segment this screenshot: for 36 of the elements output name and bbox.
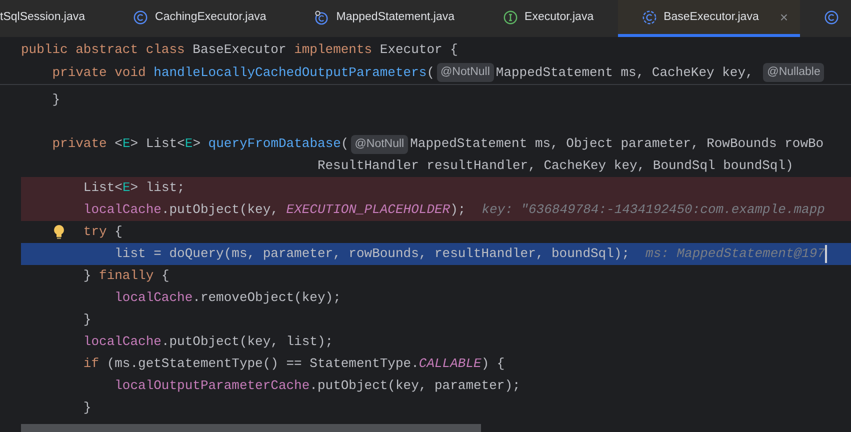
code-text: } finally { <box>83 267 170 285</box>
annotation-hint: @NotNull <box>350 134 408 154</box>
code-text: ResultHandler resultHandler, CacheKey key, BoundSql boundSql) <box>317 157 794 175</box>
code-text: localCache.putObject(key, list); <box>83 333 334 351</box>
annotation-hint: @Nullable <box>763 63 824 82</box>
lightbulb-icon[interactable] <box>52 224 66 240</box>
code-text: MappedStatement ms, Object parameter, RowBounds rowBo <box>410 135 824 153</box>
editor-tab[interactable]: CachingExecutor.java <box>109 0 290 37</box>
abstract-class-icon <box>642 10 657 24</box>
code-text: public abstract class BaseExecutor implements Executor { <box>21 41 458 59</box>
code-text: MappedStatement ms, CacheKey key, <box>496 64 754 82</box>
close-icon[interactable]: × <box>780 9 788 25</box>
class-icon <box>314 10 330 24</box>
code-text: private <E> List<E> queryFromDatabase( <box>52 135 349 153</box>
editor-tab[interactable]: tSqlSession.java <box>0 0 110 37</box>
code-text: localOutputParameterCache.putObject(key, parameter); <box>114 377 520 395</box>
code-text: List<E> list; <box>83 179 185 197</box>
editor-tab[interactable]: Executor.java <box>478 0 618 37</box>
horizontal-scrollbar[interactable] <box>21 424 481 432</box>
class-icon <box>824 10 840 24</box>
code-text: localCache.removeObject(key); <box>114 289 341 307</box>
interface-icon <box>502 10 518 24</box>
code-text: } <box>83 399 92 417</box>
code-text: list = doQuery(ms, parameter, rowBounds, resultHandler, boundSql); <box>114 245 630 263</box>
code-text: } <box>83 311 92 329</box>
code-text: try { <box>83 223 122 241</box>
annotation-hint: @NotNull <box>436 63 494 82</box>
code-text: if (ms.getStatementType() == StatementType.CALLABLE) { <box>83 355 505 373</box>
editor-tab[interactable]: BaseExecutor.java × <box>618 0 800 37</box>
code-text: } <box>52 91 60 109</box>
editor-tab[interactable]: MappedStatement.java <box>290 0 479 37</box>
code-text: private void handleLocallyCachedOutputParameters( <box>52 64 434 82</box>
inline-value-hint: key: "636849784:-1434192450:com.example.mapp <box>482 201 825 219</box>
class-icon <box>133 10 148 24</box>
inline-value-hint: ms: MappedStatement@197 <box>646 245 825 263</box>
code-text: localCache.putObject(key, EXECUTION_PLACEHOLDER); <box>83 201 466 219</box>
